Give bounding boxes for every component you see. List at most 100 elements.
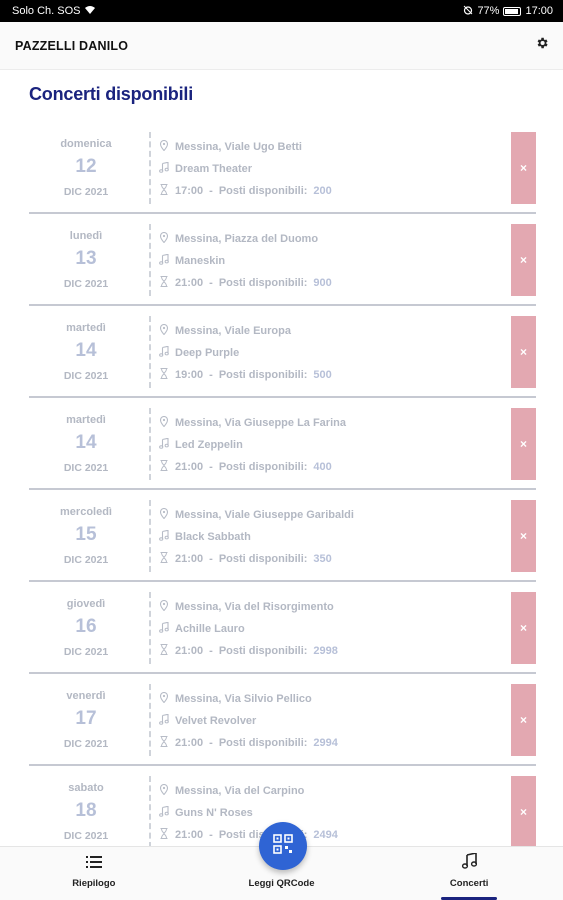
- concert-info: Messina, Viale Europa Deep Purple 19:00 …: [159, 320, 499, 386]
- music-note-icon: [159, 437, 169, 452]
- concert-day: 14: [75, 432, 97, 453]
- concert-artist-row: Maneskin: [159, 250, 499, 272]
- carrier-label: Solo Ch. SOS: [12, 5, 81, 17]
- delete-concert-button[interactable]: ×: [511, 224, 536, 296]
- concert-weekday: sabato: [68, 782, 104, 794]
- battery-icon: [503, 6, 522, 16]
- time-seats-separator: -: [209, 185, 213, 197]
- nav-riepilogo[interactable]: Riepilogo: [0, 847, 188, 900]
- concert-card[interactable]: domenica 12 DIC 2021 Messina, Viale Ugo …: [29, 122, 536, 214]
- delete-concert-button[interactable]: ×: [511, 500, 536, 572]
- delete-concert-button[interactable]: ×: [511, 684, 536, 756]
- delete-concert-button[interactable]: ×: [511, 776, 536, 848]
- concert-location: Messina, Viale Europa: [175, 325, 291, 337]
- concert-time-row: 21:00 - Posti disponibili: 2994: [159, 732, 499, 754]
- concert-day: 14: [75, 340, 97, 361]
- nav-concerti[interactable]: Concerti: [375, 847, 563, 900]
- map-pin-icon: [159, 507, 169, 522]
- concert-card[interactable]: venerdì 17 DIC 2021 Messina, Via Silvio …: [29, 674, 536, 766]
- concert-time: 21:00: [175, 277, 204, 289]
- concert-artist-row: Velvet Revolver: [159, 710, 499, 732]
- concert-time: 21:00: [175, 737, 204, 749]
- seats-count: 350: [313, 553, 332, 565]
- card-divider: [149, 316, 151, 388]
- music-note-icon: [159, 253, 169, 268]
- hourglass-icon: [159, 276, 169, 290]
- concert-date: martedì 14 DIC 2021: [29, 398, 143, 490]
- close-icon: ×: [519, 621, 527, 635]
- scan-qr-button[interactable]: [259, 822, 307, 870]
- concert-time-row: 21:00 - Posti disponibili: 400: [159, 456, 499, 478]
- concert-info: Messina, Via Silvio Pellico Velvet Revol…: [159, 688, 499, 754]
- concert-day: 12: [75, 156, 97, 177]
- map-pin-icon: [159, 231, 169, 246]
- concert-info: Messina, Via del Risorgimento Achille La…: [159, 596, 499, 662]
- concert-location: Messina, Viale Ugo Betti: [175, 141, 302, 153]
- delete-concert-button[interactable]: ×: [511, 592, 536, 664]
- hourglass-icon: [159, 552, 169, 566]
- concert-card[interactable]: martedì 14 DIC 2021 Messina, Via Giusepp…: [29, 398, 536, 490]
- clock: 17:00: [525, 5, 553, 17]
- concert-time-row: 21:00 - Posti disponibili: 2998: [159, 640, 499, 662]
- close-icon: ×: [519, 437, 527, 451]
- concert-date: martedì 14 DIC 2021: [29, 306, 143, 398]
- hourglass-icon: [159, 736, 169, 750]
- concert-list: domenica 12 DIC 2021 Messina, Viale Ugo …: [29, 122, 536, 858]
- seats-count: 900: [313, 277, 332, 289]
- nav-concerti-label: Concerti: [449, 878, 489, 889]
- concert-time: 21:00: [175, 461, 204, 473]
- concert-card[interactable]: martedì 14 DIC 2021 Messina, Viale Europ…: [29, 306, 536, 398]
- alarm-icon: [463, 5, 473, 18]
- concert-info: Messina, Viale Giuseppe Garibaldi Black …: [159, 504, 499, 570]
- close-icon: ×: [519, 713, 527, 727]
- map-pin-icon: [159, 691, 169, 706]
- concert-month: DIC 2021: [63, 646, 109, 658]
- concert-day: 13: [75, 248, 97, 269]
- concert-day: 16: [75, 616, 97, 637]
- concert-artist: Maneskin: [175, 255, 226, 267]
- seats-label: Posti disponibili:: [218, 277, 308, 289]
- qr-code-icon: [273, 833, 293, 859]
- delete-concert-button[interactable]: ×: [511, 316, 536, 388]
- time-seats-separator: -: [209, 369, 213, 381]
- concert-location-row: Messina, Via Silvio Pellico: [159, 688, 499, 710]
- concert-card[interactable]: lunedì 13 DIC 2021 Messina, Piazza del D…: [29, 214, 536, 306]
- concert-weekday: domenica: [60, 138, 112, 150]
- concert-info: Messina, Via Giuseppe La Farina Led Zepp…: [159, 412, 499, 478]
- seats-count: 2998: [313, 645, 338, 657]
- delete-concert-button[interactable]: ×: [511, 408, 536, 480]
- concert-location: Messina, Via del Carpino: [175, 785, 305, 797]
- concert-month: DIC 2021: [63, 462, 109, 474]
- seats-label: Posti disponibili:: [218, 737, 308, 749]
- app-bar: PAZZELLI DANILO: [0, 22, 563, 70]
- concert-date: venerdì 17 DIC 2021: [29, 674, 143, 766]
- page-title: Concerti disponibili: [29, 84, 194, 104]
- concert-card[interactable]: mercoledì 15 DIC 2021 Messina, Viale Giu…: [29, 490, 536, 582]
- concert-info: Messina, Viale Ugo Betti Dream Theater 1…: [159, 136, 499, 202]
- gear-icon[interactable]: [535, 36, 549, 55]
- status-bar: Solo Ch. SOS 77% 17:00: [0, 0, 563, 22]
- delete-concert-button[interactable]: ×: [511, 132, 536, 204]
- concert-location: Messina, Via Silvio Pellico: [175, 693, 312, 705]
- concert-artist-row: Guns N' Roses: [159, 802, 499, 824]
- hourglass-icon: [159, 368, 169, 382]
- concert-month: DIC 2021: [63, 738, 109, 750]
- concert-month: DIC 2021: [63, 186, 109, 198]
- seats-count: 400: [313, 461, 332, 473]
- time-seats-separator: -: [209, 461, 213, 473]
- status-left: Solo Ch. SOS: [12, 5, 96, 18]
- concert-weekday: venerdì: [66, 690, 106, 702]
- concert-day: 17: [75, 708, 97, 729]
- card-divider: [149, 408, 151, 480]
- concert-info: Messina, Via del Carpino Guns N' Roses 2…: [159, 780, 499, 846]
- music-note-icon: [461, 852, 478, 872]
- concert-artist: Led Zeppelin: [175, 439, 243, 451]
- map-pin-icon: [159, 599, 169, 614]
- nav-riepilogo-label: Riepilogo: [72, 878, 116, 889]
- close-icon: ×: [519, 345, 527, 359]
- concert-time: 19:00: [175, 369, 204, 381]
- concert-day: 15: [75, 524, 97, 545]
- concert-card[interactable]: giovedì 16 DIC 2021 Messina, Via del Ris…: [29, 582, 536, 674]
- concert-artist-row: Black Sabbath: [159, 526, 499, 548]
- seats-count: 2494: [313, 829, 338, 841]
